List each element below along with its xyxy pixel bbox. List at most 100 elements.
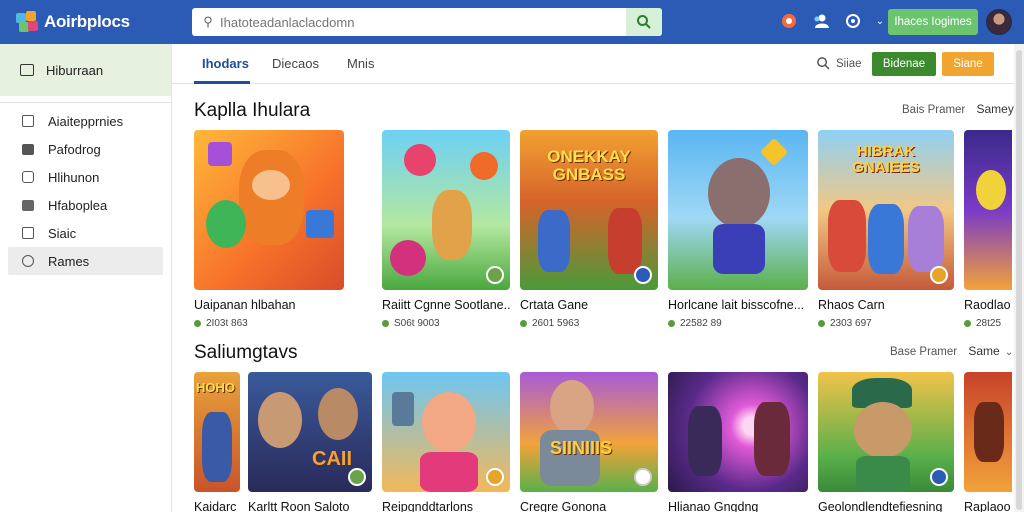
game-meta-text: S06t 9003 [394, 318, 440, 329]
game-meta-text: 2303 697 [830, 318, 872, 329]
game-card[interactable]: Geolondlendtefiesning [818, 372, 954, 512]
game-meta-text: 22582 89 [680, 318, 722, 329]
rating-dot-icon [194, 320, 201, 327]
top-bar: Aoirbplocs ⚲ ⌄ Ihaces Iogimes [0, 0, 1024, 44]
book-icon [20, 198, 36, 212]
top-cta-button[interactable]: Ihaces Iogimes [888, 9, 978, 35]
home-icon [20, 64, 34, 76]
scrollbar[interactable] [1014, 44, 1024, 512]
sidebar-header[interactable]: Hiburraan [0, 44, 171, 96]
sidebar-item-label: Hfaboplea [48, 197, 108, 213]
sidebar-item-1[interactable]: Aiaitepprnies [8, 107, 163, 135]
sidebar-item-label: Aiaitepprnies [48, 113, 124, 129]
game-card[interactable]: Horlcane lait bisscofne... 22582 89 [668, 130, 808, 329]
game-title: Raiitt Cgnne Sootlane.. [382, 298, 510, 312]
game-card[interactable]: Reipgnddtarlons [382, 372, 510, 512]
game-title: Hlianao Gngdng [668, 500, 759, 512]
game-title: Rhaos Carn [818, 298, 885, 312]
game-card[interactable]: Raodlao 28t25 [964, 130, 1012, 329]
top-icons: ⌄ [778, 10, 886, 32]
rating-dot-icon [818, 320, 825, 327]
game-title: Cregre Gonona [520, 500, 607, 512]
sidebar-item-5[interactable]: Siaic [8, 219, 163, 247]
section-link[interactable]: Base Pramer [890, 346, 957, 358]
game-card[interactable]: Raplaoo [964, 372, 1012, 512]
game-card[interactable]: HOHO Kaidarc [194, 372, 240, 512]
section-more-link[interactable]: Same [968, 344, 999, 358]
sidebar-header-label: Hiburraan [46, 62, 104, 78]
main-content: Ihodars Diecaos Mnis Siiae Bidenae Siane… [172, 44, 1024, 512]
game-thumbnail [194, 130, 344, 290]
game-meta-text: 28t25 [976, 318, 1002, 329]
filter-search[interactable]: Siiae [816, 56, 862, 71]
game-card[interactable]: CAII Karltt Roon Saloto [248, 372, 372, 512]
scrollbar-thumb[interactable] [1016, 50, 1022, 510]
circle-icon [20, 254, 36, 268]
game-thumbnail: SIINIIIS [520, 372, 658, 492]
search-button[interactable] [626, 8, 662, 36]
game-title: Raplaoo [964, 500, 1011, 512]
game-card[interactable]: Hlianao Gngdng [668, 372, 808, 512]
game-meta: 2601 5963 [520, 318, 658, 329]
bag-icon [20, 142, 36, 156]
game-thumbnail [964, 372, 1012, 492]
game-title: Uaipanan hlbahan [194, 298, 296, 312]
game-card[interactable]: SIINIIIS Cregre Gonona [520, 372, 658, 512]
settings-icon[interactable] [842, 10, 864, 32]
section-more-link[interactable]: Samey [976, 102, 1013, 116]
game-meta-text: 2I03t 863 [206, 318, 248, 329]
section-link[interactable]: Bais Pramer [902, 104, 965, 116]
rating-dot-icon [964, 320, 971, 327]
game-logo-text: ONEKKAY GNBASS [547, 147, 631, 184]
game-thumbnail [964, 130, 1012, 290]
game-thumbnail [818, 372, 954, 492]
game-meta: 2I03t 863 [194, 318, 344, 329]
green-button[interactable]: Bidenae [872, 52, 936, 76]
orange-button[interactable]: Siane [942, 52, 994, 76]
game-card[interactable]: Uaipanan hlbahan 2I03t 863 [194, 130, 344, 329]
square-icon [20, 226, 36, 240]
rating-dot-icon [382, 320, 389, 327]
game-meta: S06t 9003 [382, 318, 510, 329]
game-title: Kaidarc [194, 500, 237, 512]
grid-icon [20, 114, 36, 128]
game-thumbnail: CAII [248, 372, 372, 492]
search-input[interactable] [220, 8, 626, 36]
sidebar-item-games[interactable]: Rames [8, 247, 163, 275]
section-title-2: Saliumgtavs [194, 342, 298, 363]
magnifier-icon [637, 15, 651, 29]
notification-icon[interactable] [778, 10, 800, 32]
app-logo[interactable]: Aoirbplocs [16, 11, 176, 33]
sidebar-item-label: Pafodrog [48, 141, 101, 157]
game-thumbnail [668, 372, 808, 492]
tab-3[interactable]: Mnis [347, 56, 374, 71]
chevron-down-icon[interactable]: ⌄ [1005, 347, 1013, 358]
game-thumbnail [382, 130, 510, 290]
sidebar-item-2[interactable]: Pafodrog [8, 135, 163, 163]
section-links-2: Base Pramer Same ⌄ [882, 344, 1013, 358]
game-card[interactable]: ONEKKAY GNBASS Crtata Gane 2601 5963 [520, 130, 658, 329]
game-thumbnail: ONEKKAY GNBASS [520, 130, 658, 290]
search-bar: ⚲ [192, 8, 662, 36]
game-logo-text: HOHO [196, 380, 235, 395]
avatar[interactable] [986, 9, 1012, 35]
chevron-down-icon[interactable]: ⌄ [874, 10, 886, 32]
game-meta: 28t25 [964, 318, 1012, 329]
rating-dot-icon [668, 320, 675, 327]
game-meta: 22582 89 [668, 318, 808, 329]
tab-1[interactable]: Ihodars [202, 56, 249, 71]
friends-icon[interactable] [810, 10, 832, 32]
game-title: Horlcane lait bisscofne... [668, 298, 805, 312]
logo-icon [16, 11, 38, 33]
section-title-1: Kaplla Ihulara [194, 100, 311, 121]
sidebar-item-4[interactable]: Hfaboplea [8, 191, 163, 219]
search-icon [817, 57, 830, 70]
sidebar-item-3[interactable]: Hlihunon [8, 163, 163, 191]
sidebar-item-label: Hlihunon [48, 169, 100, 185]
sidebar-item-label: Rames [48, 253, 90, 269]
game-card[interactable]: HIBRAK GNAIEES Rhaos Carn 2303 697 [818, 130, 954, 329]
game-title: Geolondlendtefiesning [818, 500, 943, 512]
game-card[interactable]: Raiitt Cgnne Sootlane.. S06t 9003 [382, 130, 510, 329]
tab-2[interactable]: Diecaos [272, 56, 319, 71]
game-title: Reipgnddtarlons [382, 500, 474, 512]
